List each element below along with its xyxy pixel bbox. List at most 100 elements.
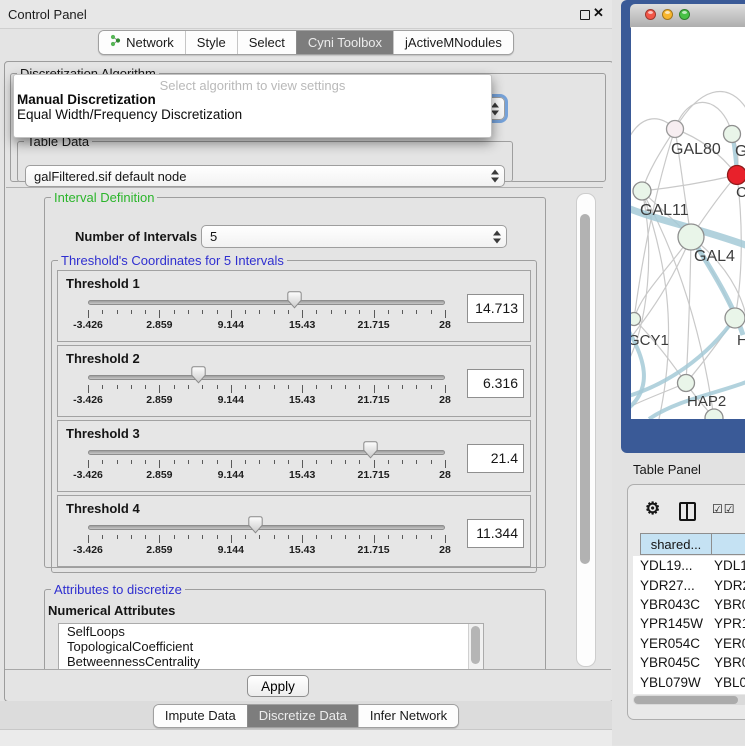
network-node[interactable]	[678, 375, 695, 392]
table-data-combo[interactable]: galFiltered.sif default node	[25, 165, 505, 187]
threshold-value-field[interactable]: 14.713	[467, 294, 524, 323]
float-window-icon[interactable]	[580, 10, 590, 20]
scrollbar-thumb[interactable]	[634, 696, 738, 704]
attribute-item[interactable]: TopologicalCoefficient	[59, 639, 483, 654]
tick-mark	[316, 310, 317, 314]
scrollbar-thumb[interactable]	[580, 214, 590, 564]
column-checkboxes-icon[interactable]: ☑☑	[712, 502, 736, 516]
slider-thumb[interactable]	[248, 516, 263, 534]
tick-mark	[274, 535, 275, 539]
close-traffic-light-icon[interactable]	[645, 9, 656, 20]
tab-infer-network[interactable]: Infer Network	[358, 705, 458, 727]
tick-mark	[359, 460, 360, 464]
scrollbar-thumb[interactable]	[471, 626, 480, 664]
table-row[interactable]: YBR043CYBR0	[633, 595, 745, 614]
network-edge	[634, 237, 691, 319]
minimize-traffic-light-icon[interactable]	[662, 9, 673, 20]
attribute-item[interactable]: BetweennessCentrality	[59, 654, 483, 669]
tab-label: Cyni Toolbox	[308, 35, 382, 50]
tick-mark	[359, 385, 360, 389]
network-node[interactable]	[724, 126, 741, 143]
network-node[interactable]	[631, 313, 641, 326]
tick-mark	[102, 310, 103, 314]
tick-mark	[331, 385, 332, 389]
table-column-header[interactable]: shared...	[640, 533, 712, 555]
table-data-combo-value: galFiltered.sif default node	[34, 169, 186, 184]
tick-label: 2.859	[146, 469, 172, 481]
gear-icon[interactable]: ⚙	[645, 500, 660, 517]
table-row[interactable]: YDR27...YDR2	[633, 575, 745, 594]
table-horizontal-scrollbar[interactable]	[633, 695, 745, 705]
network-graph[interactable]: GAL80GCGAL11GAL4GCY1HHAP2	[631, 27, 745, 419]
slider-track	[88, 300, 445, 305]
tick-mark	[288, 385, 289, 389]
tick-mark	[88, 460, 89, 468]
network-node[interactable]	[728, 166, 745, 185]
tab-impute-data[interactable]: Impute Data	[154, 705, 247, 727]
threshold-slider[interactable]: -3.4262.8599.14415.4321.71528	[81, 441, 453, 487]
network-window-titlebar[interactable]	[630, 4, 745, 28]
slider-thumb[interactable]	[287, 291, 302, 309]
close-icon[interactable]: ✕	[593, 5, 604, 21]
apply-row: Apply	[5, 669, 611, 700]
threshold-label: Threshold 1	[66, 276, 140, 291]
tab-network[interactable]: Network	[99, 31, 185, 54]
threshold-slider[interactable]: -3.4262.8599.14415.4321.71528	[81, 291, 453, 337]
tick-mark	[316, 535, 317, 539]
algorithm-option[interactable]: Equal Width/Frequency Discretization	[17, 107, 488, 122]
threshold-panel: Threshold 1-3.4262.8599.14415.4321.71528…	[57, 270, 531, 342]
attribute-item[interactable]: SelfLoops	[59, 624, 483, 639]
node-label: HAP2	[687, 393, 726, 410]
network-node[interactable]	[678, 224, 704, 250]
table-row[interactable]: YDL19...YDL1	[633, 556, 745, 575]
table-cell: YER0	[705, 636, 745, 651]
slider-thumb[interactable]	[191, 366, 206, 384]
numerical-attributes-list[interactable]: SelfLoopsTopologicalCoefficientBetweenne…	[58, 623, 484, 670]
tick-label: 28	[439, 544, 451, 556]
tab-jactivemnodules[interactable]: jActiveMNodules	[393, 31, 513, 54]
tick-label: 2.859	[146, 544, 172, 556]
split-view-icon[interactable]	[679, 502, 696, 521]
network-node[interactable]	[667, 121, 684, 138]
settings-scrollbar[interactable]	[576, 193, 596, 667]
table-row[interactable]: YPR145WYPR1	[633, 614, 745, 633]
number-of-intervals-combo[interactable]: 5	[201, 225, 507, 248]
attributes-list-scrollbar[interactable]	[468, 624, 483, 670]
network-node[interactable]	[633, 182, 651, 200]
table-data-group: Table Data galFiltered.sif default node	[17, 134, 513, 182]
node-label: G	[735, 143, 745, 160]
threshold-value-field[interactable]: 11.344	[467, 519, 524, 548]
apply-button[interactable]: Apply	[247, 675, 309, 697]
tab-select[interactable]: Select	[237, 31, 296, 54]
tick-mark	[159, 460, 160, 468]
algorithm-option[interactable]: Manual Discretization	[17, 92, 488, 107]
table-row[interactable]: YLR345WYLR3	[633, 692, 745, 694]
table-column-header[interactable]: n	[712, 533, 745, 555]
tick-mark	[102, 535, 103, 539]
tick-label: 15.43	[289, 469, 315, 481]
thresholds-group: Threshold's Coordinates for 5 Intervals …	[51, 253, 537, 573]
slider-track	[88, 525, 445, 530]
table-row[interactable]: YER054CYER0	[633, 634, 745, 653]
slider-thumb[interactable]	[363, 441, 378, 459]
tab-cyni-toolbox[interactable]: Cyni Toolbox	[296, 31, 393, 54]
zoom-traffic-light-icon[interactable]	[679, 9, 690, 20]
interval-definition-title: Interval Definition	[51, 190, 157, 205]
network-canvas[interactable]: GAL80GCGAL11GAL4GCY1HHAP2	[631, 27, 745, 419]
table-row[interactable]: YBR045CYBR0	[633, 653, 745, 672]
node-label: GCY1	[631, 332, 669, 349]
threshold-value-field[interactable]: 6.316	[467, 369, 524, 398]
tab-style[interactable]: Style	[185, 31, 237, 54]
tick-mark	[188, 535, 189, 539]
tick-mark	[217, 535, 218, 539]
threshold-value-field[interactable]: 21.4	[467, 444, 524, 473]
table-cell: YDL1	[705, 558, 745, 573]
table-panel-title: Table Panel	[633, 462, 701, 477]
threshold-slider[interactable]: -3.4262.8599.14415.4321.71528	[81, 366, 453, 412]
tab-discretize-data[interactable]: Discretize Data	[247, 705, 358, 727]
number-of-intervals-value: 5	[210, 229, 217, 244]
table-row[interactable]: YBL079WYBL0	[633, 672, 745, 691]
network-node[interactable]	[725, 308, 745, 328]
tick-mark	[445, 385, 446, 393]
threshold-slider[interactable]: -3.4262.8599.14415.4321.71528	[81, 516, 453, 562]
